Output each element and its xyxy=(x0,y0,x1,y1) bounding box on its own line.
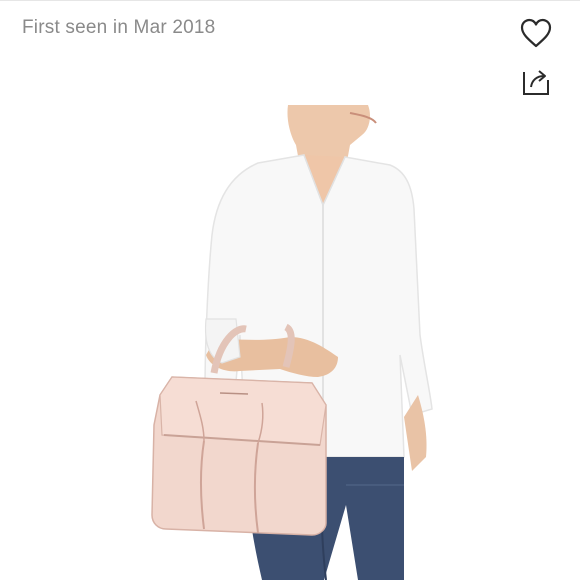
product-photo[interactable] xyxy=(0,105,580,580)
model-with-handbag-image xyxy=(151,105,433,580)
first-seen-date: First seen in Mar 2018 xyxy=(22,17,216,38)
share-arrow-icon xyxy=(523,70,549,95)
heart-outline-icon xyxy=(520,18,552,48)
share-button[interactable] xyxy=(518,64,554,100)
like-button[interactable] xyxy=(518,15,554,51)
top-divider xyxy=(0,0,580,1)
